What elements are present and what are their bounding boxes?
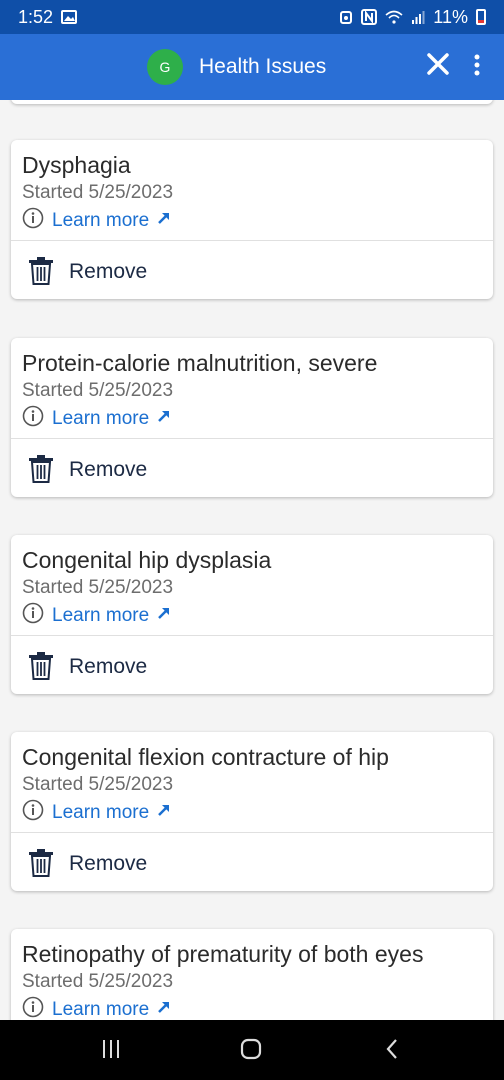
external-link-icon [157,211,171,230]
nfc-icon [361,9,378,25]
learn-more-link[interactable]: Learn more [22,602,171,629]
wifi-icon [385,10,403,24]
issue-started-date: Started 5/25/2023 [22,971,174,992]
alarm-icon [339,9,353,25]
issue-title: Dysphagia [22,152,131,178]
remove-button[interactable]: Remove [11,636,493,694]
learn-more-label: Learn more [52,998,150,1020]
issue-title: Congenital hip dysplasia [22,547,272,573]
remove-button[interactable]: Remove [11,439,493,497]
trash-icon [28,256,54,291]
remove-label: Remove [69,852,148,875]
image-icon [61,10,78,24]
issue-started-date: Started 5/25/2023 [22,182,174,203]
remove-label: Remove [69,655,148,678]
external-link-icon [157,606,171,625]
learn-more-link[interactable]: Learn more [22,405,171,432]
more-options-button[interactable] [470,52,484,82]
info-icon [22,405,44,432]
issue-card: Dysphagia Started 5/25/2023 Learn more R… [11,140,493,299]
home-icon[interactable] [240,1038,262,1065]
issue-started-date: Started 5/25/2023 [22,380,174,401]
close-button[interactable] [424,52,452,80]
avatar[interactable]: G [147,49,183,85]
learn-more-label: Learn more [52,604,150,626]
issue-card: Congenital flexion contracture of hip St… [11,732,493,891]
remove-button[interactable]: Remove [11,833,493,891]
trash-icon [28,848,54,883]
trash-icon [28,454,54,489]
external-link-icon [157,1000,171,1019]
issue-title: Congenital flexion contracture of hip [22,744,389,770]
more-vert-icon [474,54,480,81]
info-icon [22,799,44,826]
remove-label: Remove [69,458,148,481]
battery-icon [476,9,486,25]
issue-card: Congenital hip dysplasia Started 5/25/20… [11,535,493,694]
issue-card: Protein-calorie malnutrition, severe Sta… [11,338,493,497]
status-time: 1:52 [18,6,54,27]
signal-icon [411,10,425,24]
learn-more-link[interactable]: Learn more [22,996,171,1020]
back-icon[interactable] [384,1038,400,1065]
previous-card-edge [11,100,493,104]
remove-label: Remove [69,260,148,283]
issue-started-date: Started 5/25/2023 [22,577,174,598]
learn-more-link[interactable]: Learn more [22,207,171,234]
external-link-icon [157,803,171,822]
learn-more-label: Learn more [52,209,150,231]
page-title: Health Issues [199,55,327,78]
battery-percent: 11% [433,6,468,27]
info-icon [22,602,44,629]
close-icon [426,52,450,81]
issue-started-date: Started 5/25/2023 [22,774,174,795]
learn-more-label: Learn more [52,801,150,823]
info-icon [22,207,44,234]
system-nav-bar [0,1020,504,1080]
issue-title: Retinopathy of prematurity of both eyes [22,941,424,967]
issue-title: Protein-calorie malnutrition, severe [22,350,378,376]
health-issues-list[interactable]: Dysphagia Started 5/25/2023 Learn more R… [0,100,504,1020]
recents-icon[interactable] [100,1038,122,1065]
learn-more-link[interactable]: Learn more [22,799,171,826]
app-bar: G Health Issues [0,34,504,100]
remove-button[interactable]: Remove [11,241,493,299]
learn-more-label: Learn more [52,407,150,429]
status-bar: 1:52 11% [0,0,504,34]
issue-card: Retinopathy of prematurity of both eyes … [11,929,493,1020]
info-icon [22,996,44,1020]
trash-icon [28,651,54,686]
external-link-icon [157,409,171,428]
